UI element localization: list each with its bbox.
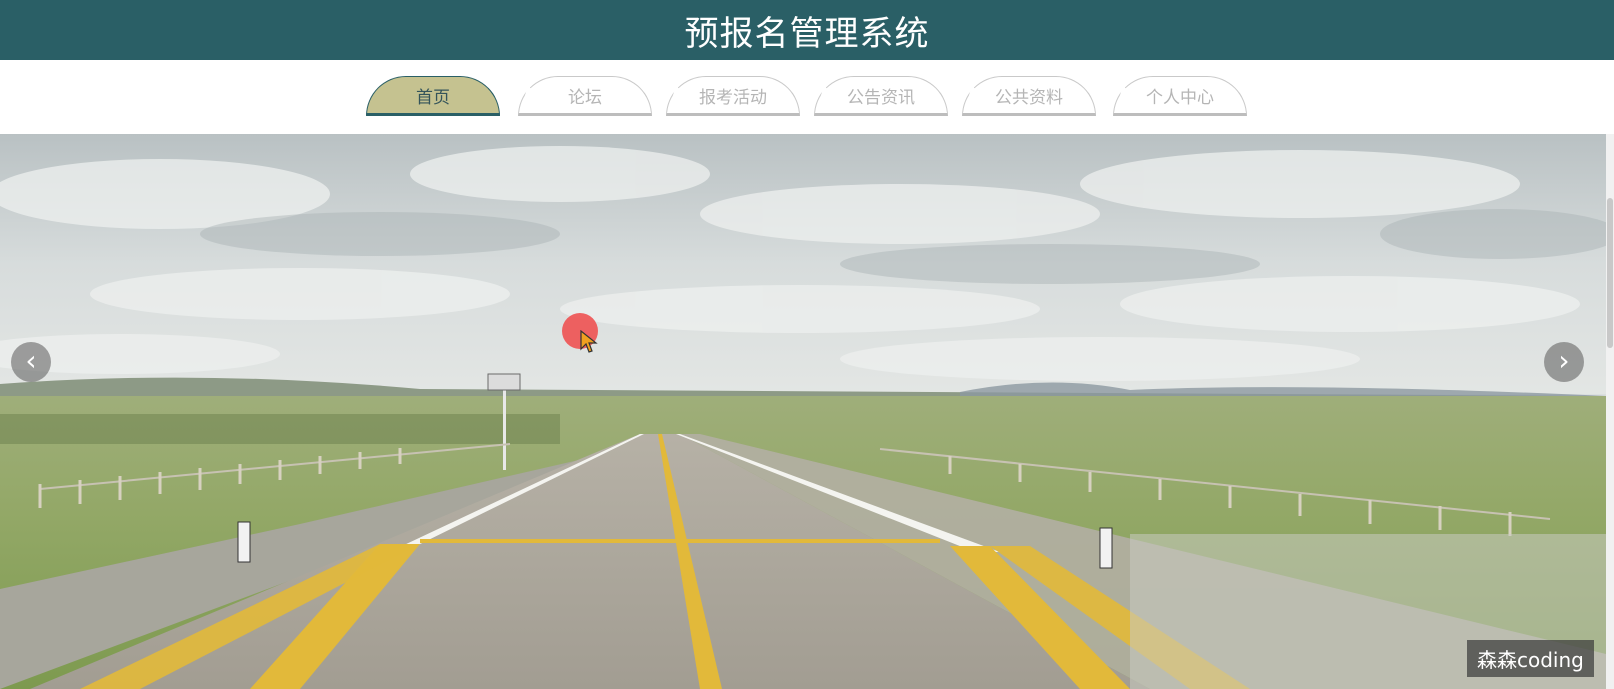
nav-tab-public-materials[interactable]: 公共资料	[962, 76, 1096, 116]
chevron-left-icon: ‹	[25, 344, 37, 377]
mouse-cursor-icon	[580, 330, 598, 353]
scrollbar-thumb[interactable]	[1607, 198, 1613, 348]
nav-tab-home[interactable]: 首页	[366, 76, 500, 116]
landscape-photo	[0, 134, 1606, 689]
nav-tab-exam-activities[interactable]: 报考活动	[666, 76, 800, 116]
main-nav: 首页 论坛 报考活动 公告资讯 公共资料 个人中心	[0, 60, 1614, 134]
watermark: 森森coding	[1467, 640, 1594, 677]
carousel-next-button[interactable]: ›	[1544, 342, 1584, 382]
site-title: 预报名管理系统	[684, 13, 930, 54]
carousel-banner[interactable]	[0, 134, 1606, 689]
chevron-right-icon: ›	[1558, 344, 1570, 377]
nav-tab-personal-center[interactable]: 个人中心	[1113, 76, 1247, 116]
carousel-prev-button[interactable]: ‹	[11, 342, 51, 382]
nav-tab-forum[interactable]: 论坛	[518, 76, 652, 116]
nav-tab-announcements[interactable]: 公告资讯	[814, 76, 948, 116]
header-bar: 预报名管理系统	[0, 0, 1614, 60]
page-scrollbar[interactable]	[1606, 134, 1614, 689]
